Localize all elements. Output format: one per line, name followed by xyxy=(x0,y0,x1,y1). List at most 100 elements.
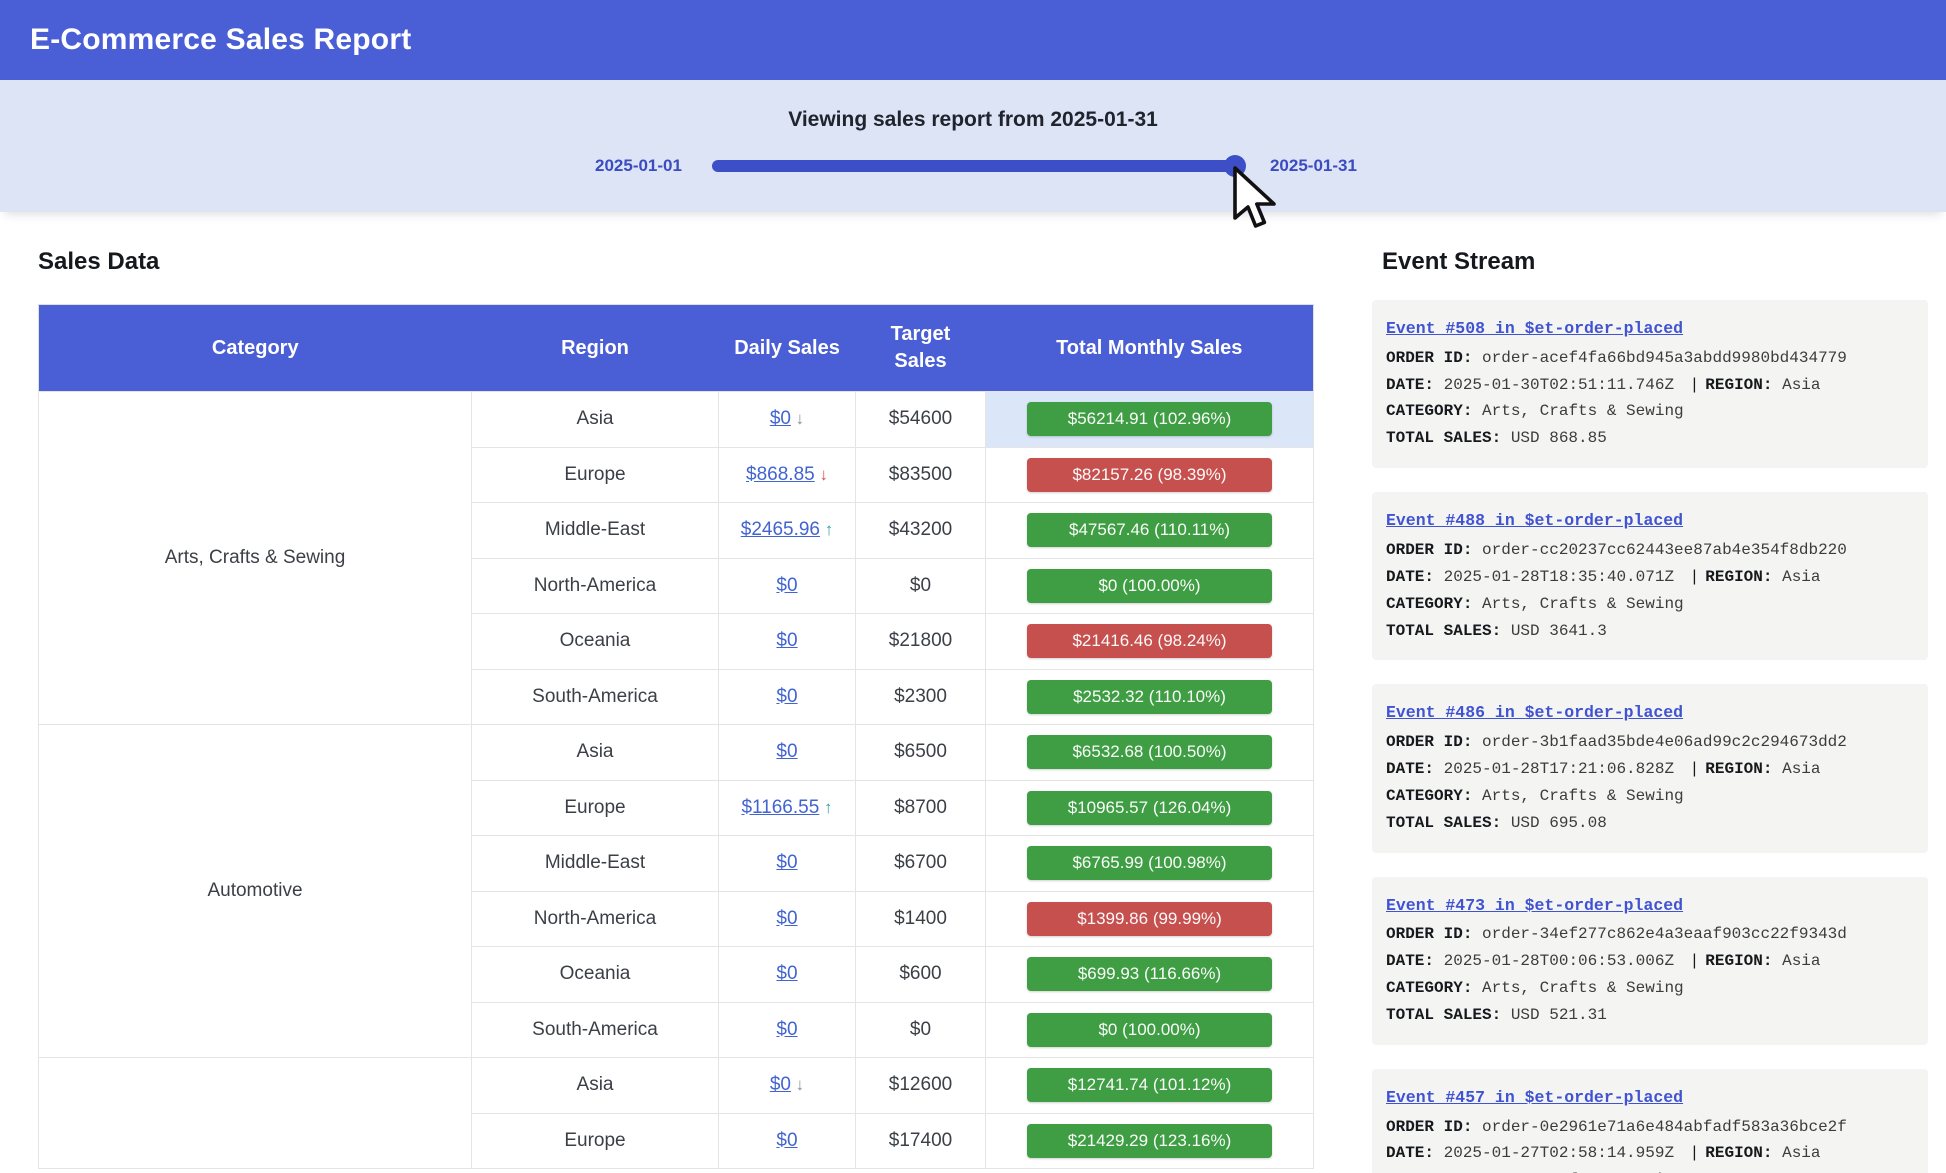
target-sales-cell: $0 xyxy=(856,558,986,614)
target-sales-cell: $17400 xyxy=(856,1113,986,1169)
region-cell: Asia xyxy=(472,392,719,448)
monthly-sales-badge: $1399.86 (99.99%) xyxy=(1027,902,1272,936)
column-header: Total Monthly Sales xyxy=(986,305,1314,392)
table-row: AutomotiveAsia$0$6500$6532.68 (100.50%) xyxy=(39,725,1314,781)
column-header: Target Sales xyxy=(856,305,986,392)
monthly-sales-badge: $82157.26 (98.39%) xyxy=(1027,458,1272,492)
sales-data-panel: Sales Data CategoryRegionDaily SalesTarg… xyxy=(38,248,1313,1169)
daily-sales-cell: $0 xyxy=(719,1113,856,1169)
sales-data-heading: Sales Data xyxy=(38,248,1313,276)
daily-sales-cell: $0 xyxy=(719,614,856,670)
region-cell: Europe xyxy=(472,447,719,503)
daily-sales-link[interactable]: $0 xyxy=(776,686,797,707)
daily-sales-link[interactable]: $0 xyxy=(776,630,797,651)
daily-sales-link[interactable]: $0 xyxy=(776,1130,797,1151)
monthly-sales-badge: $21416.46 (98.24%) xyxy=(1027,624,1272,658)
event-link[interactable]: Event #486 in $et-order-placed xyxy=(1386,699,1683,727)
region-cell: Asia xyxy=(472,725,719,781)
region-cell: Europe xyxy=(472,780,719,836)
event-order-id: ORDER ID: order-3b1faad35bde4e06ad99c2c2… xyxy=(1386,729,1914,756)
event-category: CATEGORY: Arts, Crafts & Sewing xyxy=(1386,1167,1914,1173)
monthly-sales-cell: $6532.68 (100.50%) xyxy=(986,725,1314,781)
trend-down-icon: ↓ xyxy=(815,465,828,484)
monthly-sales-cell: $2532.32 (110.10%) xyxy=(986,669,1314,725)
trend-up-icon: ↑ xyxy=(819,798,832,817)
monthly-sales-cell: $6765.99 (100.98%) xyxy=(986,836,1314,892)
event-total-sales: TOTAL SALES: USD 868.85 xyxy=(1386,425,1914,452)
monthly-sales-cell: $12741.74 (101.12%) xyxy=(986,1058,1314,1114)
monthly-sales-badge: $699.93 (116.66%) xyxy=(1027,957,1272,991)
monthly-sales-cell: $56214.91 (102.96%) xyxy=(986,392,1314,448)
event-category: CATEGORY: Arts, Crafts & Sewing xyxy=(1386,398,1914,425)
target-sales-cell: $6700 xyxy=(856,836,986,892)
category-cell: Arts, Crafts & Sewing xyxy=(39,392,472,725)
region-cell: Middle-East xyxy=(472,503,719,559)
event-card: Event #488 in $et-order-placedORDER ID: … xyxy=(1372,492,1928,660)
page-title: E-Commerce Sales Report xyxy=(30,23,411,57)
region-cell: North-America xyxy=(472,891,719,947)
monthly-sales-cell: $21429.29 (123.16%) xyxy=(986,1113,1314,1169)
slider-min-label: 2025-01-01 xyxy=(595,156,682,176)
event-link[interactable]: Event #488 in $et-order-placed xyxy=(1386,507,1683,535)
daily-sales-link[interactable]: $0 xyxy=(770,1074,791,1095)
slider-track[interactable] xyxy=(712,160,1240,172)
daily-sales-cell: $1166.55 ↑ xyxy=(719,780,856,836)
monthly-sales-badge: $56214.91 (102.96%) xyxy=(1027,402,1272,436)
monthly-sales-badge: $0 (100.00%) xyxy=(1027,1013,1272,1047)
table-row: Arts, Crafts & SewingAsia$0 ↓$54600$5621… xyxy=(39,392,1314,448)
sales-table-header: CategoryRegionDaily SalesTarget SalesTot… xyxy=(39,305,1314,392)
monthly-sales-cell: $1399.86 (99.99%) xyxy=(986,891,1314,947)
target-sales-cell: $2300 xyxy=(856,669,986,725)
daily-sales-cell: $0 xyxy=(719,669,856,725)
daily-sales-link[interactable]: $0 xyxy=(776,1019,797,1040)
monthly-sales-cell: $82157.26 (98.39%) xyxy=(986,447,1314,503)
region-cell: Middle-East xyxy=(472,836,719,892)
daily-sales-link[interactable]: $0 xyxy=(776,963,797,984)
monthly-sales-cell: $47567.46 (110.11%) xyxy=(986,503,1314,559)
monthly-sales-badge: $2532.32 (110.10%) xyxy=(1027,680,1272,714)
event-card: Event #473 in $et-order-placedORDER ID: … xyxy=(1372,877,1928,1045)
trend-up-icon: ↑ xyxy=(820,520,833,539)
daily-sales-cell: $0 ↓ xyxy=(719,1058,856,1114)
event-date-region: DATE: 2025-01-28T00:06:53.006Z |REGION: … xyxy=(1386,948,1914,975)
event-total-sales: TOTAL SALES: USD 695.08 xyxy=(1386,810,1914,837)
event-link[interactable]: Event #457 in $et-order-placed xyxy=(1386,1084,1683,1112)
column-header: Region xyxy=(472,305,719,392)
event-card: Event #508 in $et-order-placedORDER ID: … xyxy=(1372,300,1928,468)
monthly-sales-cell: $21416.46 (98.24%) xyxy=(986,614,1314,670)
target-sales-cell: $43200 xyxy=(856,503,986,559)
daily-sales-link[interactable]: $2465.96 xyxy=(741,519,820,540)
event-date-region: DATE: 2025-01-28T18:35:40.071Z |REGION: … xyxy=(1386,564,1914,591)
event-category: CATEGORY: Arts, Crafts & Sewing xyxy=(1386,783,1914,810)
event-total-sales: TOTAL SALES: USD 521.31 xyxy=(1386,1002,1914,1029)
region-cell: Oceania xyxy=(472,947,719,1003)
slider-title: Viewing sales report from 2025-01-31 xyxy=(0,108,1946,132)
category-cell: Automotive xyxy=(39,725,472,1058)
monthly-sales-badge: $0 (100.00%) xyxy=(1027,569,1272,603)
daily-sales-link[interactable]: $0 xyxy=(776,741,797,762)
daily-sales-link[interactable]: $0 xyxy=(770,408,791,429)
category-cell xyxy=(39,1058,472,1169)
event-date-region: DATE: 2025-01-28T17:21:06.828Z |REGION: … xyxy=(1386,756,1914,783)
event-link[interactable]: Event #508 in $et-order-placed xyxy=(1386,315,1683,343)
daily-sales-cell: $0 xyxy=(719,558,856,614)
event-order-id: ORDER ID: order-34ef277c862e4a3eaaf903cc… xyxy=(1386,921,1914,948)
monthly-sales-badge: $10965.57 (126.04%) xyxy=(1027,791,1272,825)
monthly-sales-cell: $0 (100.00%) xyxy=(986,1002,1314,1058)
daily-sales-link[interactable]: $0 xyxy=(776,575,797,596)
daily-sales-link[interactable]: $0 xyxy=(776,908,797,929)
daily-sales-cell: $868.85 ↓ xyxy=(719,447,856,503)
daily-sales-link[interactable]: $0 xyxy=(776,852,797,873)
date-slider-section: Viewing sales report from 2025-01-31 202… xyxy=(0,80,1946,212)
daily-sales-cell: $0 xyxy=(719,891,856,947)
target-sales-cell: $83500 xyxy=(856,447,986,503)
sales-table: CategoryRegionDaily SalesTarget SalesTot… xyxy=(38,304,1314,1169)
daily-sales-link[interactable]: $868.85 xyxy=(746,464,815,485)
monthly-sales-cell: $0 (100.00%) xyxy=(986,558,1314,614)
monthly-sales-badge: $21429.29 (123.16%) xyxy=(1027,1124,1272,1158)
column-header: Daily Sales xyxy=(719,305,856,392)
event-link[interactable]: Event #473 in $et-order-placed xyxy=(1386,892,1683,920)
region-cell: Oceania xyxy=(472,614,719,670)
daily-sales-link[interactable]: $1166.55 xyxy=(741,797,819,818)
event-stream-panel: Event Stream Event #508 in $et-order-pla… xyxy=(1372,248,1928,1173)
